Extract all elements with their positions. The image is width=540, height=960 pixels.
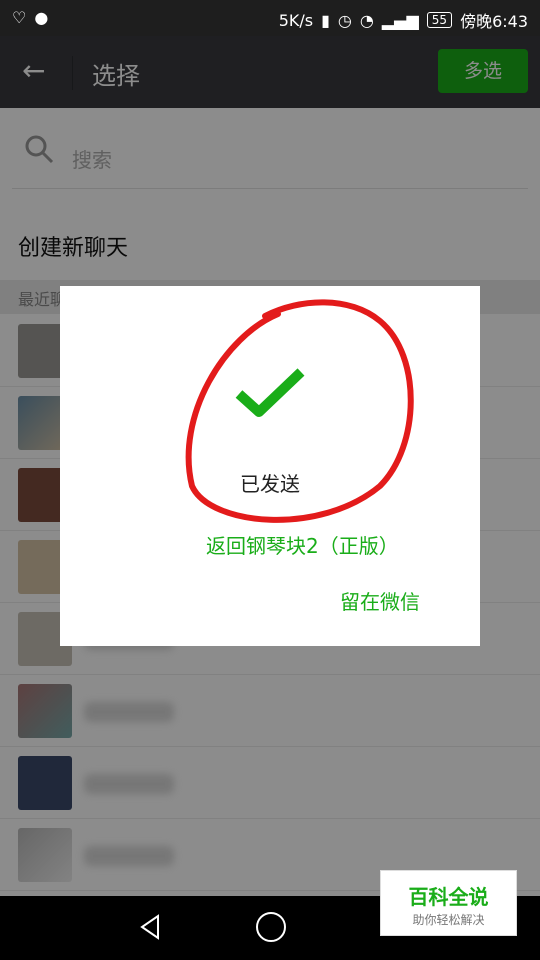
battery-icon: 55 <box>426 12 453 28</box>
vibrate-icon: ▮ <box>321 10 330 30</box>
network-speed: 5K/s <box>278 10 314 30</box>
sent-message: 已发送 <box>240 472 300 496</box>
sent-dialog: 已发送 返回钢琴块2（正版） 留在微信 <box>60 286 480 646</box>
heart-rate-icon: ♡ <box>12 8 27 27</box>
nav-home-icon[interactable] <box>256 912 286 942</box>
check-icon <box>235 368 305 417</box>
signal-icon: ▂▄▆ <box>381 10 419 30</box>
nav-back-icon[interactable] <box>138 914 164 940</box>
clock: 傍晚6:43 <box>460 12 528 31</box>
watermark-title: 百科全说 <box>408 885 489 909</box>
watermark-logo: 百科全说 助你轻松解决 <box>380 870 517 936</box>
watermark-subtitle: 助你轻松解决 <box>412 913 485 927</box>
wifi-icon: ◔ <box>359 10 374 30</box>
status-bar: ♡ ● 5K/s ▮ ◷ ◔ ▂▄▆ 55 傍晚6:43 <box>0 0 540 36</box>
chat-bubble-icon: ● <box>34 8 49 27</box>
return-to-app-button[interactable]: 返回钢琴块2（正版） <box>206 530 399 559</box>
stay-in-wechat-button[interactable]: 留在微信 <box>340 586 420 615</box>
alarm-icon: ◷ <box>337 10 352 30</box>
